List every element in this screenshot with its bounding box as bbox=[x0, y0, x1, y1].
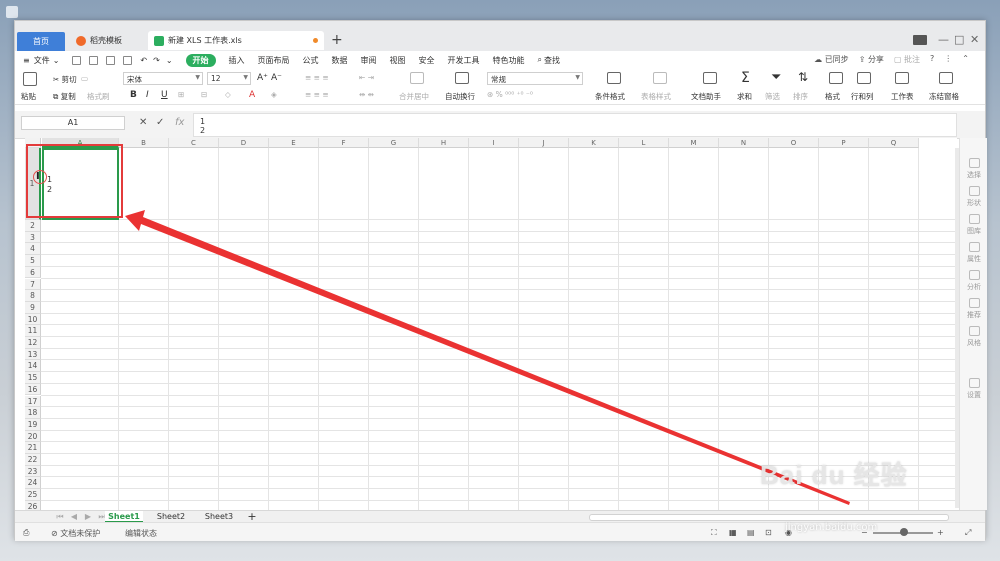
baidu-watermark: Bai du 经验 bbox=[760, 455, 908, 492]
annotation-arrow-shape bbox=[125, 210, 850, 505]
watermark-url: jingyan.baidu.com bbox=[785, 522, 878, 533]
watermark-brand: Bai du 经验 bbox=[760, 460, 908, 490]
